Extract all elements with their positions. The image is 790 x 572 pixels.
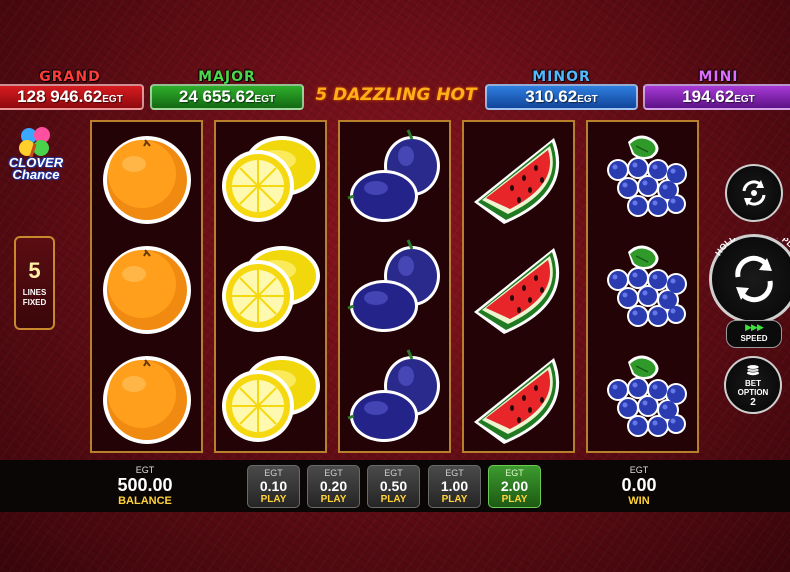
jackpot-mini: MINI 194.62EGT — [643, 69, 790, 110]
jackpot-grand-amount: 128 946.62 — [17, 87, 103, 106]
autoplay-icon — [742, 180, 766, 206]
bet-option-label-1: BET — [745, 379, 761, 388]
reel-3 — [338, 120, 451, 453]
bet-button-1[interactable]: EGT 0.10 PLAY — [247, 465, 300, 508]
game-title: 5 DAZZLING HOT — [315, 85, 477, 105]
speed-label: SPEED — [740, 334, 768, 343]
clover-chance-logo: CLOVER Chance — [2, 122, 70, 190]
bet-button-2[interactable]: EGT 0.20 PLAY — [307, 465, 360, 508]
reel-2 — [214, 120, 327, 453]
jackpot-grand-value: 128 946.62EGT — [0, 84, 144, 110]
watermelon-icon — [464, 234, 573, 344]
balance-label: BALANCE — [118, 495, 172, 507]
lemon-icon — [216, 344, 325, 454]
bet-3-label: PLAY — [380, 494, 407, 505]
jackpot-major-currency: EGT — [254, 94, 276, 105]
grapes-icon — [588, 234, 697, 344]
bet-option-button[interactable]: BET OPTION 2 — [724, 356, 782, 414]
bet-4-amount: 1.00 — [440, 478, 469, 494]
spin-hint-label: HOLD FOR FAST PLAY — [713, 238, 790, 258]
lines-label-2: FIXED — [22, 298, 47, 307]
plum-icon — [340, 124, 449, 234]
lines-count: 5 — [28, 258, 41, 283]
jackpot-grand-title: GRAND — [39, 69, 101, 85]
jackpot-mini-currency: EGT — [734, 94, 755, 105]
lines-label-1: LINES — [22, 288, 47, 297]
jackpot-grand-currency: EGT — [102, 94, 123, 105]
jackpot-minor: MINOR 310.62EGT — [485, 69, 638, 110]
jackpot-major-title: MAJOR — [198, 69, 256, 85]
bet-5-amount: 2.00 — [500, 478, 529, 494]
bet-2-label: PLAY — [320, 494, 347, 505]
autoplay-button[interactable] — [725, 164, 783, 222]
lines-label: LINES FIXED — [16, 288, 53, 308]
bet-button-3[interactable]: EGT 0.50 PLAY — [367, 465, 420, 508]
lemon-icon — [216, 124, 325, 234]
bet-option-value: 2 — [750, 397, 756, 408]
bet-5-label: PLAY — [501, 494, 528, 505]
bet-1-amount: 0.10 — [259, 478, 288, 494]
jackpot-minor-amount: 310.62 — [525, 87, 578, 106]
balance-amount: 500.00 — [117, 475, 173, 495]
grapes-icon — [588, 124, 697, 234]
jackpot-mini-title: MINI — [698, 69, 739, 85]
orange-icon — [92, 234, 201, 344]
bottom-bar: EGT 500.00 BALANCE EGT 0.10 PLAY EGT 0.2… — [0, 460, 790, 512]
bet-2-amount: 0.20 — [319, 478, 348, 494]
svg-text:HOLD FOR FAST PLAY: HOLD FOR FAST PLAY — [713, 238, 790, 258]
jackpot-mini-value: 194.62EGT — [643, 84, 790, 110]
lemon-icon — [216, 234, 325, 344]
lines-fixed-panel: 5 LINES FIXED — [14, 236, 55, 330]
win-display: EGT 0.00 WIN — [608, 465, 670, 507]
orange-icon — [92, 344, 201, 454]
watermelon-icon — [464, 344, 573, 454]
balance-display: EGT 500.00 BALANCE — [112, 465, 178, 507]
bet-button-4[interactable]: EGT 1.00 PLAY — [428, 465, 481, 508]
jackpot-minor-currency: EGT — [577, 94, 598, 105]
bet-option-label-2: OPTION — [737, 388, 769, 397]
watermelon-icon — [464, 124, 573, 234]
jackpot-minor-value: 310.62EGT — [485, 84, 638, 110]
plum-icon — [340, 344, 449, 454]
speed-icon: ▶▶▶ — [745, 322, 764, 332]
orange-icon — [92, 124, 201, 234]
jackpot-minor-title: MINOR — [532, 69, 591, 85]
reel-5 — [586, 120, 699, 453]
speed-button[interactable]: ▶▶▶ SPEED — [726, 320, 782, 348]
bet-1-label: PLAY — [260, 494, 287, 505]
jackpot-major-value: 24 655.62EGT — [150, 84, 304, 110]
reel-4 — [462, 120, 575, 453]
clover-logo-line2: Chance — [12, 167, 60, 182]
bet-4-label: PLAY — [441, 494, 468, 505]
win-amount: 0.00 — [621, 475, 657, 495]
plum-icon — [340, 234, 449, 344]
jackpot-grand: GRAND 128 946.62EGT — [0, 69, 144, 110]
grapes-icon — [588, 344, 697, 454]
bet-3-amount: 0.50 — [379, 478, 408, 494]
reel-1 — [90, 120, 203, 453]
coins-icon — [726, 364, 780, 379]
bet-button-5[interactable]: EGT 2.00 PLAY — [488, 465, 541, 508]
spin-hint-text: HOLD FOR FAST PLAY — [713, 238, 790, 258]
win-label: WIN — [628, 495, 650, 507]
jackpot-major-amount: 24 655.62 — [178, 87, 255, 106]
jackpot-major: MAJOR 24 655.62EGT — [150, 69, 304, 110]
clover-logo-text: CLOVER Chance — [2, 156, 70, 182]
jackpot-mini-amount: 194.62 — [682, 87, 735, 106]
